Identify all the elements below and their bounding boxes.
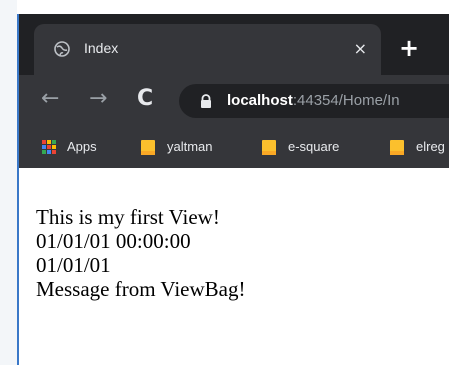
- bookmarks-bar: Apps yaltman e-square elreg: [19, 125, 449, 168]
- forward-arrow-icon[interactable]: →: [89, 88, 107, 110]
- bookmark-label: elreg: [416, 139, 445, 154]
- title-bar: Index × +: [19, 14, 449, 75]
- content-line: Message from ViewBag!: [36, 277, 246, 301]
- content-line: 01/01/01: [36, 253, 111, 277]
- back-arrow-icon[interactable]: ←: [41, 88, 59, 110]
- tab-title: Index: [84, 40, 119, 56]
- url-path: :44354/Home/In: [292, 92, 400, 109]
- content-line: This is my first View!: [36, 205, 220, 229]
- browser-window: Index × + ← → C localhost:44354/Home/In: [17, 14, 449, 365]
- apps-grid-icon: [42, 139, 56, 154]
- new-tab-icon[interactable]: +: [399, 36, 419, 60]
- url-text: localhost:44354/Home/In: [227, 92, 400, 109]
- lock-icon: [201, 94, 211, 108]
- folder-icon: [262, 139, 276, 155]
- page-content: This is my first View! 01/01/01 00:00:00…: [19, 168, 449, 365]
- background-edge: [0, 0, 17, 365]
- bookmark-label: e-square: [288, 139, 340, 154]
- reload-icon[interactable]: C: [137, 88, 153, 110]
- bookmark-label: yaltman: [167, 139, 213, 154]
- globe-icon: [54, 41, 70, 57]
- close-icon[interactable]: ×: [354, 39, 367, 58]
- toolbar: ← → C localhost:44354/Home/In: [19, 75, 449, 125]
- folder-icon: [390, 139, 404, 155]
- bookmark-elreg[interactable]: elreg: [390, 125, 445, 168]
- url-host: localhost: [227, 92, 293, 109]
- bookmark-e-square[interactable]: e-square: [262, 125, 339, 168]
- content-line: 01/01/01 00:00:00: [36, 229, 191, 253]
- bookmark-label: Apps: [67, 139, 97, 154]
- bookmark-yaltman[interactable]: yaltman: [141, 125, 213, 168]
- address-bar[interactable]: localhost:44354/Home/In: [179, 84, 449, 118]
- tab-index[interactable]: Index ×: [34, 24, 381, 75]
- bookmark-apps[interactable]: Apps: [41, 125, 97, 168]
- folder-icon: [141, 139, 155, 155]
